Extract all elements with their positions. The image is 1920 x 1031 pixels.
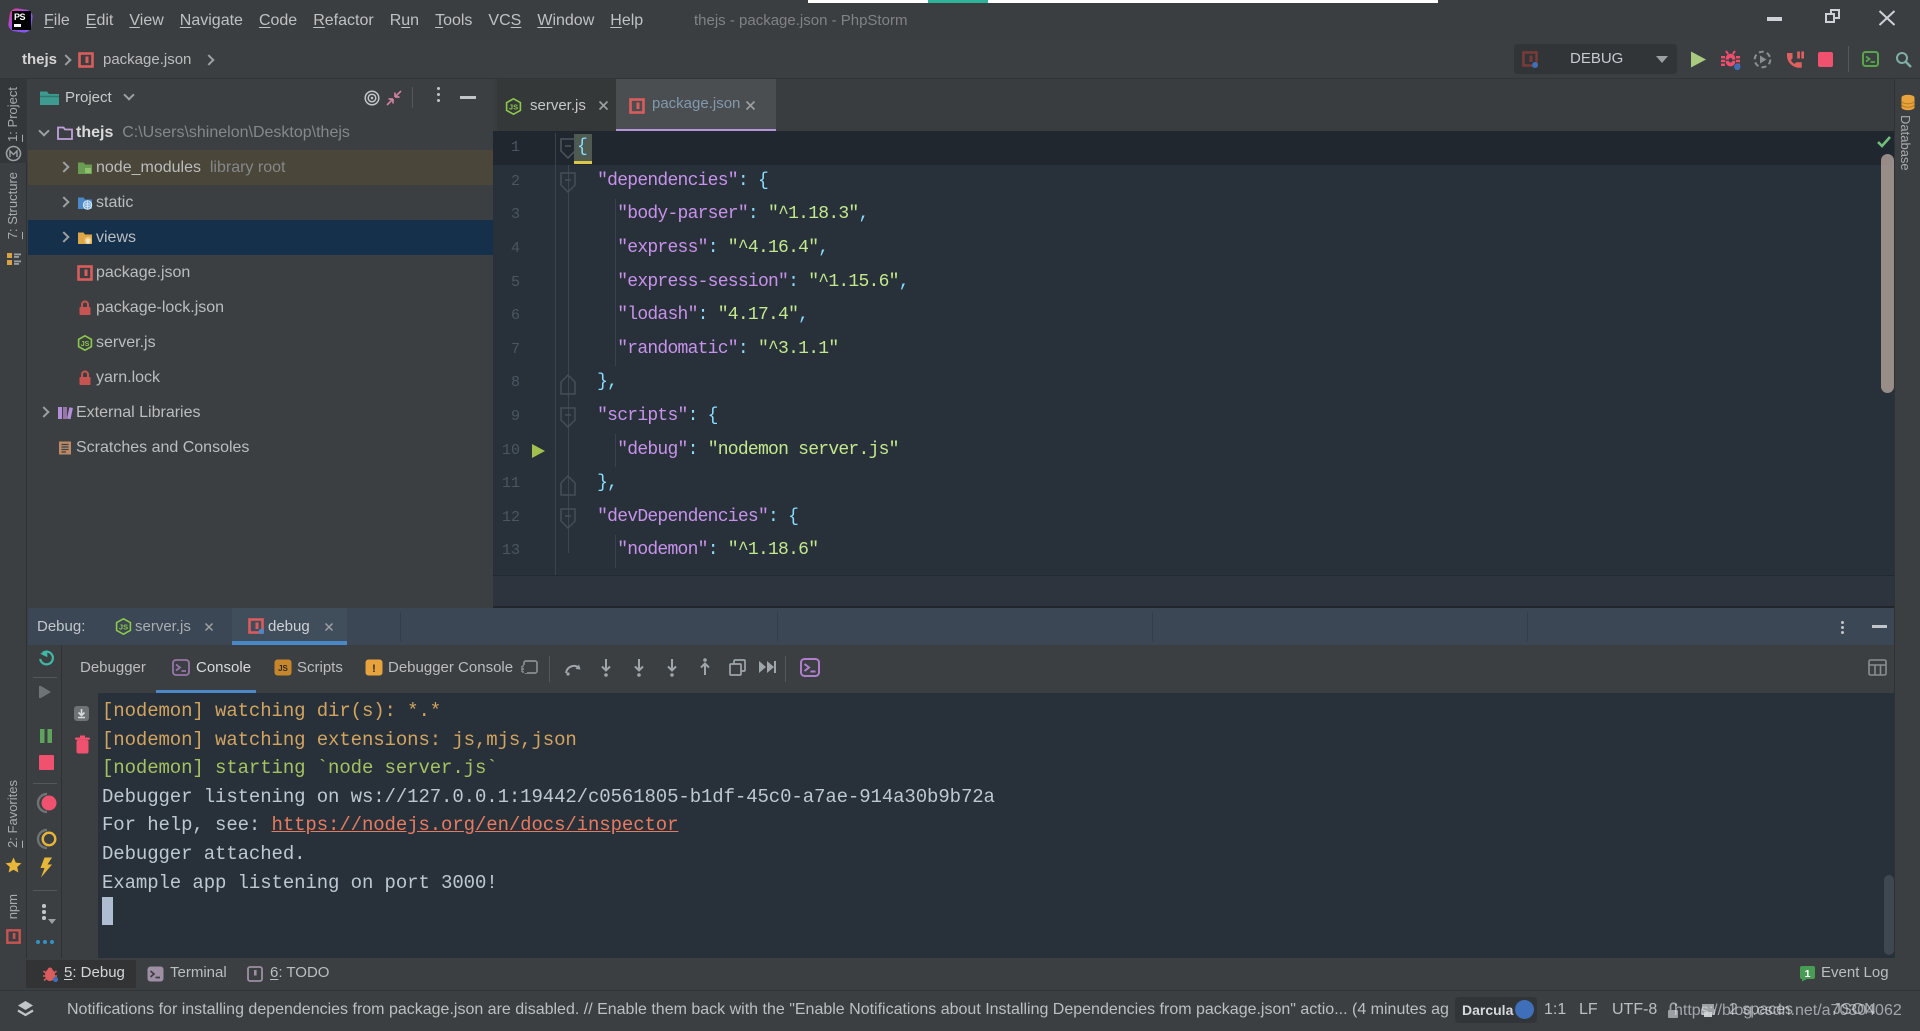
- svg-text:JS: JS: [119, 623, 128, 632]
- svg-text:JS: JS: [81, 341, 90, 348]
- svg-text:!: !: [372, 663, 376, 675]
- svg-text:JS: JS: [509, 103, 518, 112]
- svg-text:JS: JS: [278, 664, 288, 673]
- svg-text:1: 1: [1805, 968, 1811, 980]
